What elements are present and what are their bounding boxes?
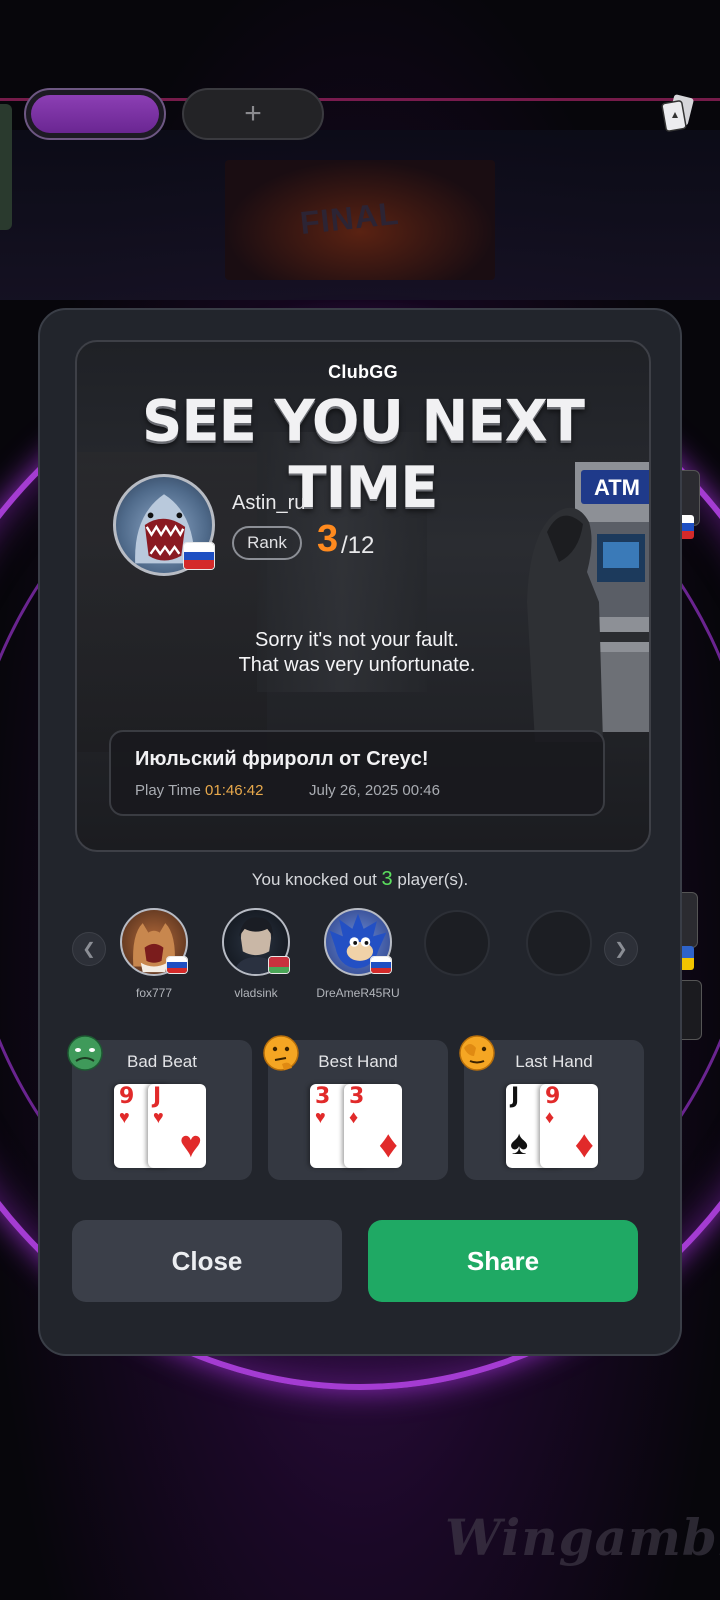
player-username: Astin_ru [232,492,306,514]
result-hero-banner: ATM ClubGG SEE YOU NEXT TIME Astin_ru Ra… [75,340,651,852]
rank-position: 3 [317,518,339,560]
play-time-value: 01:46:42 [205,782,264,799]
hand-title: Bad Beat [127,1052,197,1071]
card-suit-large: ♥ [179,1124,202,1166]
tournament-name: Июльский фриролл от Creyc! [135,748,429,770]
last-hand-card[interactable]: Last Hand J ♠ 9 ♦ ♦ [459,1035,644,1180]
card-rank: 9 [119,1084,135,1109]
add-table-button[interactable]: + [182,88,324,140]
chevron-left-icon: ❮ [82,941,96,958]
tournament-date: July 26, 2025 00:46 [309,782,440,799]
knocked-player-name: vladsink [234,986,278,1000]
players-prev-button[interactable]: ❮ [72,932,106,966]
knockout-count: 3 [381,868,393,890]
knocked-player-flag-russia [166,956,188,974]
knocked-player-name: fox777 [135,986,173,1000]
clubgg-logo: ClubGG [328,362,398,382]
bad-beat-card[interactable]: Bad Beat 9 ♥ J ♥ ♥ [67,1035,252,1180]
empty-player-slot [424,910,490,976]
close-button[interactable]: Close [72,1220,342,1302]
table-tab-active[interactable] [24,88,166,140]
card-suit: ♥ [119,1107,130,1127]
knockout-suffix: player(s). [397,870,469,889]
side-panel-handle[interactable] [0,104,12,230]
card-rank: 9 [545,1084,561,1109]
playing-card: 9 ♦ ♦ [540,1084,598,1168]
card-suit-large: ♦ [574,1124,594,1166]
card-rank: 3 [349,1084,365,1109]
rank-label: Rank [232,526,302,560]
card-suit: ♦ [545,1107,555,1127]
card-deck-icon[interactable] [660,94,696,134]
card-rank: J [153,1084,162,1109]
watermark: Wingamble [445,1508,720,1567]
card-suit: ♦ [349,1107,359,1127]
knocked-player-flag-russia [370,956,392,974]
tournament-info-card: Июльский фриролл от Creyc! Play Time 01:… [109,730,605,816]
consolation-line-2: That was very unfortunate. [238,654,476,676]
knockout-prefix: You knocked out [251,870,377,889]
plus-icon: + [244,97,262,130]
hand-title: Best Hand [318,1052,398,1071]
card-suit-large: ♠ [510,1124,529,1162]
best-hand-card[interactable]: Best Hand 3 ♥ 3 ♦ ♦ [263,1035,448,1180]
card-suit: ♥ [153,1107,164,1127]
players-next-button[interactable]: ❯ [604,932,638,966]
play-time-label: Play Time [135,782,201,799]
card-rank: 3 [315,1084,331,1109]
play-time: Play Time 01:46:42 [135,782,263,799]
playing-card: J ♥ ♥ [148,1084,206,1168]
tournament-result-dialog: ATM ClubGG SEE YOU NEXT TIME Astin_ru Ra… [38,308,682,1356]
empty-player-slot [526,910,592,976]
card-suit-large: ♦ [378,1124,398,1166]
player-flag-russia [183,542,215,570]
hand-title: Last Hand [515,1052,593,1071]
knocked-player-flag-belarus [268,956,290,974]
card-suit: ♥ [315,1107,326,1127]
rank-total: /12 [341,532,375,559]
table-tab-fill [31,95,159,133]
consolation-message: Sorry it's not your fault. That was very… [77,628,637,678]
consolation-line-1: Sorry it's not your fault. [255,629,459,651]
card-rank: J [511,1084,520,1109]
chevron-right-icon: ❯ [614,941,628,958]
knockout-summary: You knocked out 3 player(s). [40,868,680,891]
share-button[interactable]: Share [368,1220,638,1302]
playing-card: 3 ♦ ♦ [344,1084,402,1168]
knocked-player-name: DreAmeR45RU [316,986,400,1000]
